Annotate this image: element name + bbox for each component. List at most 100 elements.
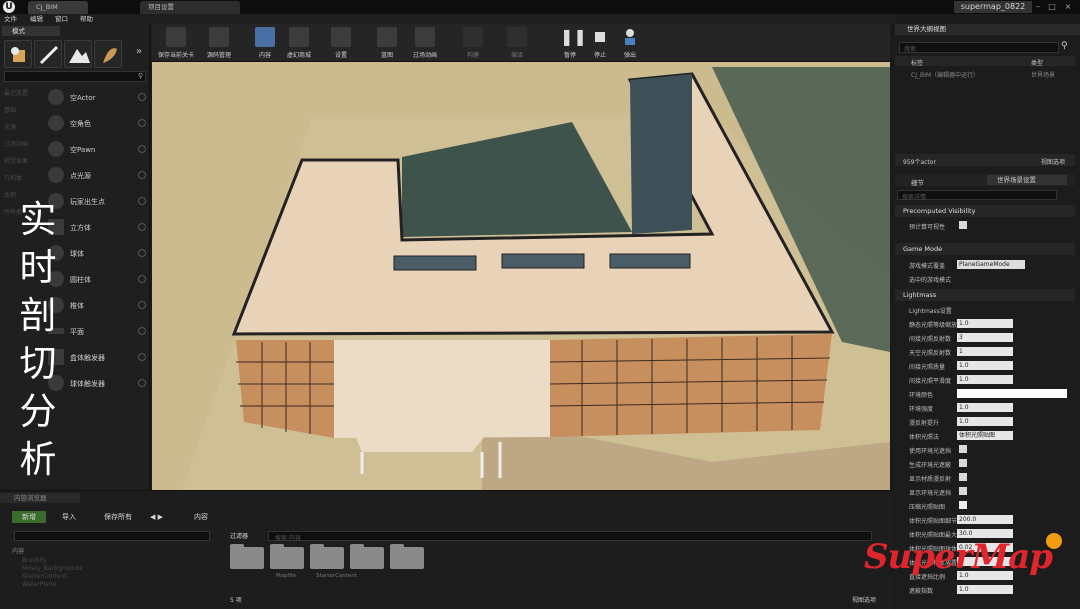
place-item-empty-pawn[interactable]: 空Pawn <box>48 138 146 162</box>
save-level-button[interactable]: 保存当前关卡 <box>154 27 198 61</box>
level-viewport[interactable] <box>152 62 890 490</box>
menu-window[interactable]: 窗口 <box>55 14 68 24</box>
help-icon[interactable] <box>138 171 146 179</box>
tab-details[interactable]: 细节 <box>911 177 924 187</box>
maximize-button[interactable]: □ <box>1046 2 1058 12</box>
prop-value[interactable]: 1.0 <box>957 585 1013 594</box>
modes-tab[interactable]: 模式 <box>2 26 60 36</box>
prop-value[interactable]: 1.0 <box>957 319 1013 328</box>
section-precomputed-visibility[interactable]: Precomputed Visibility <box>895 205 1075 217</box>
blueprints-button[interactable]: 蓝图 <box>374 27 400 61</box>
env-color-swatch[interactable] <box>957 389 1067 398</box>
help-icon[interactable] <box>138 223 146 231</box>
foliage-mode-icon[interactable] <box>94 40 122 68</box>
section-lightmass[interactable]: Lightmass <box>895 289 1075 301</box>
checkbox[interactable] <box>959 445 967 453</box>
build-button[interactable]: 构建 <box>460 27 486 61</box>
place-mode-icon[interactable] <box>4 40 32 68</box>
category-basic[interactable]: 基础 <box>4 105 16 114</box>
tree-item[interactable]: WaterPlane <box>22 581 56 588</box>
outliner-col-label[interactable]: 标签 <box>911 58 923 67</box>
category-cinematic[interactable]: 过场动画 <box>4 139 28 148</box>
prop-value[interactable]: 1.0 <box>957 417 1013 426</box>
checkbox[interactable] <box>959 473 967 481</box>
details-search-input[interactable]: 搜索详情 <box>897 190 1057 201</box>
filter-button[interactable]: 过滤器 <box>230 531 248 543</box>
tree-search-input[interactable] <box>14 531 210 541</box>
help-icon[interactable] <box>138 119 146 127</box>
place-item-empty-character[interactable]: 空角色 <box>48 112 146 136</box>
tree-item[interactable]: Brushify <box>22 557 47 564</box>
prop-value[interactable]: 3 <box>957 333 1013 342</box>
checkbox[interactable] <box>959 459 967 467</box>
category-recent[interactable]: 最近放置 <box>4 88 28 97</box>
level-tab[interactable]: CJ_BIM <box>28 1 88 14</box>
prop-value[interactable]: 1 <box>957 347 1013 356</box>
precomputed-checkbox[interactable] <box>959 221 967 229</box>
outliner-search-input[interactable]: 搜索 <box>899 42 1059 53</box>
prop-value[interactable]: 1.0 <box>957 375 1013 384</box>
help-icon[interactable] <box>138 379 146 387</box>
outliner-col-type[interactable]: 类型 <box>1031 58 1043 67</box>
category-geometry[interactable]: 几何体 <box>4 173 22 182</box>
folder-icon[interactable] <box>350 544 384 569</box>
paint-mode-icon[interactable] <box>34 40 62 68</box>
breadcrumb-content[interactable]: 内容 <box>194 511 208 523</box>
save-all-button[interactable]: 保存所有 <box>104 511 132 523</box>
content-search-input[interactable]: 搜索 内容 <box>268 531 872 542</box>
prop-value[interactable]: 200.0 <box>957 515 1013 524</box>
menu-file[interactable]: 文件 <box>4 14 17 24</box>
help-icon[interactable] <box>138 249 146 257</box>
landscape-mode-icon[interactable] <box>64 40 92 68</box>
outliner-row[interactable]: CJ_BIM（编辑器中运行） 世界场景 <box>895 68 1075 79</box>
prop-value[interactable]: 1.0 <box>957 403 1013 412</box>
menu-edit[interactable]: 编辑 <box>30 14 43 24</box>
import-button[interactable]: 导入 <box>62 511 76 523</box>
project-settings-tab[interactable]: 项目设置 <box>140 1 240 14</box>
tree-item[interactable]: Mossy_Backgrounds <box>22 565 83 572</box>
settings-button[interactable]: 设置 <box>328 27 354 61</box>
folder-icon[interactable] <box>270 544 304 569</box>
volume-lighting-dropdown[interactable]: 体积光照贴图 <box>957 431 1013 440</box>
close-button[interactable]: × <box>1062 2 1074 12</box>
tree-item[interactable]: StarterContent <box>22 573 67 580</box>
section-game-mode[interactable]: Game Mode <box>895 243 1075 255</box>
minimize-button[interactable]: – <box>1032 2 1044 12</box>
marketplace-button[interactable]: 虚幻商城 <box>282 27 316 61</box>
modes-search-input[interactable]: ⚲ <box>4 71 146 82</box>
folder-icon[interactable] <box>310 544 344 569</box>
help-icon[interactable] <box>138 327 146 335</box>
help-icon[interactable] <box>138 275 146 283</box>
help-icon[interactable] <box>138 353 146 361</box>
stop-button[interactable]: 停止 <box>588 27 612 61</box>
checkbox[interactable] <box>959 487 967 495</box>
tree-item-content[interactable]: 内容 <box>12 546 24 555</box>
eject-button[interactable]: 弹出 <box>618 27 642 61</box>
folder-icon[interactable] <box>390 544 424 569</box>
pause-button[interactable]: ❚❚ 暂停 <box>558 27 587 61</box>
chevron-right-icon[interactable]: » <box>136 46 142 57</box>
place-item-point-light[interactable]: 点光源 <box>48 164 146 188</box>
tab-world-settings[interactable]: 世界场景设置 <box>987 175 1067 185</box>
outliner-view-options[interactable]: 视图选项 <box>1041 157 1065 166</box>
help-icon[interactable] <box>138 93 146 101</box>
help-icon[interactable] <box>138 145 146 153</box>
prop-value[interactable]: 1.0 <box>957 361 1013 370</box>
add-new-button[interactable]: 新增 <box>12 511 46 523</box>
checkbox-checked[interactable] <box>959 501 967 509</box>
menu-help[interactable]: 帮助 <box>80 14 93 24</box>
folder-icon[interactable] <box>230 544 264 569</box>
source-control-button[interactable]: 源码管理 <box>200 27 238 61</box>
content-browser-tab[interactable]: 内容浏览器 <box>0 493 80 503</box>
category-lights[interactable]: 光源 <box>4 122 16 131</box>
compile-button[interactable]: 编译 <box>504 27 530 61</box>
help-icon[interactable] <box>138 301 146 309</box>
back-forward-icon[interactable]: ◀ ▶ <box>150 511 163 523</box>
help-icon[interactable] <box>138 197 146 205</box>
place-item-empty-actor[interactable]: 空Actor <box>48 86 146 110</box>
game-mode-dropdown[interactable]: PlaneGameMode <box>957 260 1025 269</box>
content-view-options[interactable]: 视图选项 <box>852 595 876 604</box>
content-button[interactable]: 内容 <box>252 27 278 61</box>
category-visual-effects[interactable]: 视觉效果 <box>4 156 28 165</box>
cinematics-button[interactable]: 过场动画 <box>408 27 442 61</box>
